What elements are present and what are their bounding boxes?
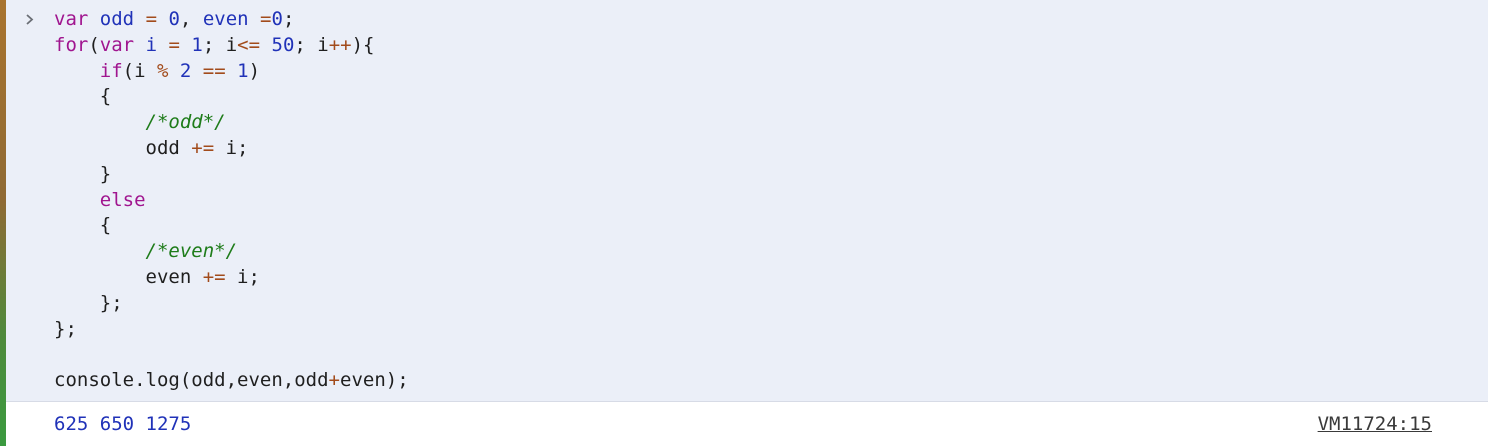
code-line: even += i; xyxy=(54,265,409,291)
devtools-console: var odd = 0, even =0; for(var i = 1; i<= … xyxy=(0,0,1488,446)
code-line: odd += i; xyxy=(54,136,409,162)
code-token: { xyxy=(54,214,112,237)
code-token: }; xyxy=(54,317,77,340)
code-token: } xyxy=(54,162,112,185)
code-token: { xyxy=(54,85,112,108)
code-token: % xyxy=(156,59,169,82)
code-token: += xyxy=(191,136,215,159)
code-token: <= xyxy=(237,33,261,56)
code-token: = xyxy=(260,8,272,30)
code-token: ; i xyxy=(294,33,329,56)
code-line: else xyxy=(54,188,409,214)
chevron-right-icon xyxy=(24,9,36,29)
code-token: /*even*/ xyxy=(145,240,238,263)
code-token: ; xyxy=(282,8,295,30)
code-token: 2 xyxy=(179,59,192,82)
console-output-row: 625 650 1275 VM11724:15 xyxy=(6,402,1488,446)
code-line: var odd = 0, even =0; xyxy=(54,7,409,33)
code-token: += xyxy=(202,265,226,288)
code-token: + xyxy=(328,369,340,392)
code-line: /*even*/ xyxy=(54,239,409,265)
code-token: ( xyxy=(88,33,100,56)
console-input-block[interactable]: var odd = 0, even =0; for(var i = 1; i<= … xyxy=(6,0,1488,402)
code-token: == xyxy=(202,59,226,82)
code-line: { xyxy=(54,84,409,110)
code-line: for(var i = 1; i<= 50; i++){ xyxy=(54,33,409,59)
code-line: /*odd*/ xyxy=(54,110,409,136)
code-token: if xyxy=(99,59,123,82)
console-code[interactable]: var odd = 0, even =0; for(var i = 1; i<= … xyxy=(54,7,409,394)
code-token: i; xyxy=(214,136,249,159)
code-token: , xyxy=(179,8,203,30)
code-token: even xyxy=(202,8,249,30)
code-token: 50 xyxy=(271,33,295,56)
code-line: } xyxy=(54,162,409,188)
code-line: }; xyxy=(54,317,409,343)
code-token: 0 xyxy=(271,8,283,30)
code-token: even); xyxy=(340,369,409,392)
code-line: console.log(odd,even,odd+even); xyxy=(54,368,409,394)
code-token: i; xyxy=(225,265,260,288)
code-token: }; xyxy=(54,291,123,314)
code-token: var xyxy=(99,33,135,56)
code-token: console.log(odd,even,odd xyxy=(54,369,329,392)
source-location-link[interactable]: VM11724:15 xyxy=(1318,413,1432,435)
code-token: ; i xyxy=(202,33,238,56)
code-token: ){ xyxy=(351,33,375,56)
code-token: = xyxy=(168,33,180,56)
code-token: var xyxy=(54,8,89,30)
code-token: (i xyxy=(122,59,157,82)
code-token: else xyxy=(99,188,146,211)
code-token: i xyxy=(145,33,158,56)
code-token: = xyxy=(145,8,158,30)
code-token: odd xyxy=(54,136,192,159)
code-line: if(i % 2 == 1) xyxy=(54,59,409,85)
code-token: for xyxy=(54,33,89,56)
code-line: { xyxy=(54,213,409,239)
code-token: 0 xyxy=(168,8,180,30)
code-token: odd xyxy=(99,8,135,30)
code-line: }; xyxy=(54,291,409,317)
log-output-values: 625 650 1275 xyxy=(54,413,192,435)
code-token: 1 xyxy=(191,33,203,56)
code-token: 1 xyxy=(237,59,249,82)
code-token: ) xyxy=(248,59,261,82)
code-token: /*odd*/ xyxy=(145,111,226,134)
code-token: even xyxy=(54,265,203,288)
code-token: ++ xyxy=(328,33,352,56)
